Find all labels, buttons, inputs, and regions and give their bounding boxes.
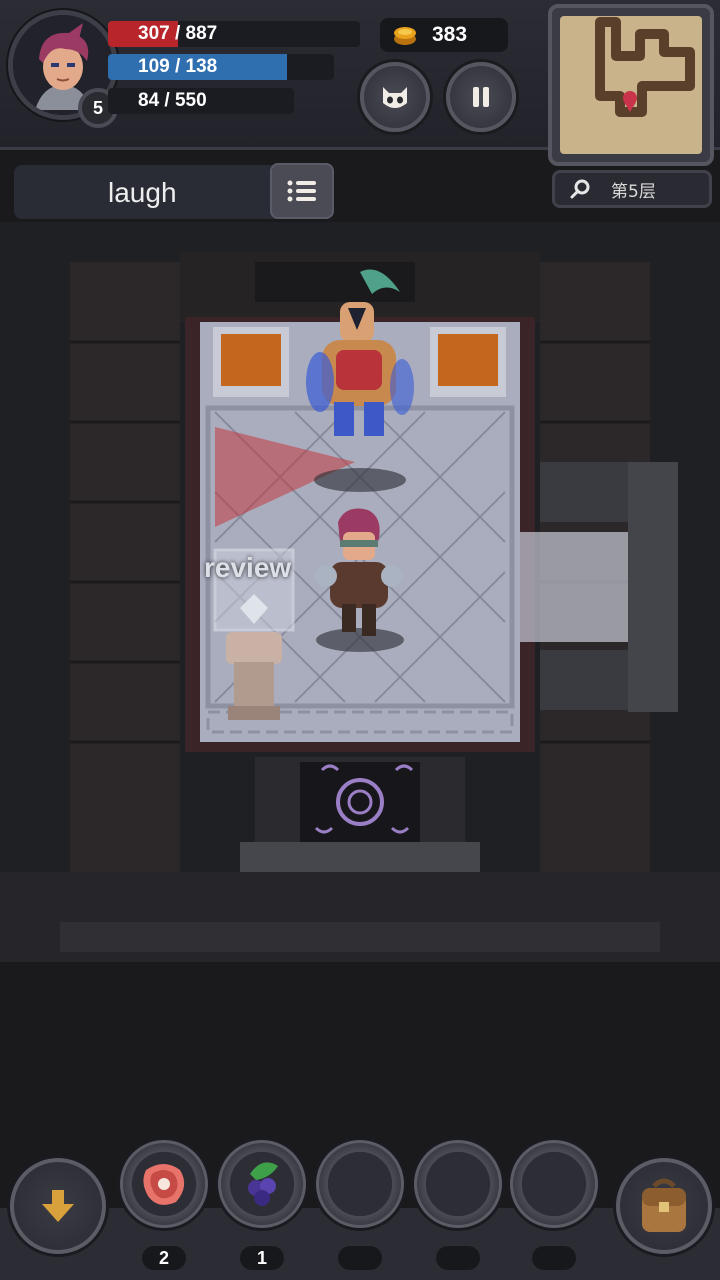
floor-indicator[interactable]: 第5层 [552,170,712,208]
pause-button[interactable] [446,62,516,132]
exp-bar: 84 / 550 [108,88,294,114]
search-icon [570,179,590,199]
item-count [338,1246,382,1270]
left-brick-wall [70,262,180,882]
item-slot-frame[interactable] [218,1140,306,1228]
item-slot-frame[interactable] [316,1140,404,1228]
backpack-icon [642,1178,686,1232]
item-count: 2 [142,1246,186,1270]
hp-bar: 307 / 887 [108,21,360,47]
gold-amount: 383 [432,23,468,46]
list-icon [287,180,316,202]
item-count: 1 [240,1246,284,1270]
item-count [532,1246,576,1270]
item-count [436,1246,480,1270]
monster-face-icon [383,87,407,108]
item-slot-frame[interactable] [414,1140,502,1228]
mp-text: 109 / 138 [138,56,218,77]
pause-icon [473,87,489,107]
item-slot-1[interactable]: 2 [120,1140,208,1270]
review-label[interactable]: review [204,552,291,584]
monster-book-button[interactable] [360,62,430,132]
minimap[interactable] [548,4,714,166]
backpack-button[interactable] [616,1158,712,1254]
gold-coin-icon [394,27,416,45]
item-slot-frame[interactable] [510,1140,598,1228]
berry-icon [248,1162,278,1206]
minimap-map-icon [595,17,695,117]
minimap-area [560,16,702,154]
mp-bar: 109 / 138 [108,54,334,80]
arrow-down-icon [42,1190,74,1222]
meat-icon [143,1164,185,1205]
item-slot-2[interactable]: 1 [218,1140,306,1270]
item-slot-3[interactable] [316,1140,404,1270]
gold-counter: 383 [380,18,508,52]
dungeon-scene[interactable]: review [0,222,720,962]
descend-button[interactable] [10,1158,106,1254]
floor-label: 第5层 [611,181,656,202]
item-slot-frame[interactable] [120,1140,208,1228]
exp-text: 84 / 550 [138,90,207,111]
message-log-button[interactable] [270,163,334,219]
item-slot-4[interactable] [414,1140,502,1270]
hp-text: 307 / 887 [138,23,218,44]
message-text: laugh [108,177,177,208]
item-slot-5[interactable] [510,1140,598,1270]
dungeon-room [0,222,720,962]
